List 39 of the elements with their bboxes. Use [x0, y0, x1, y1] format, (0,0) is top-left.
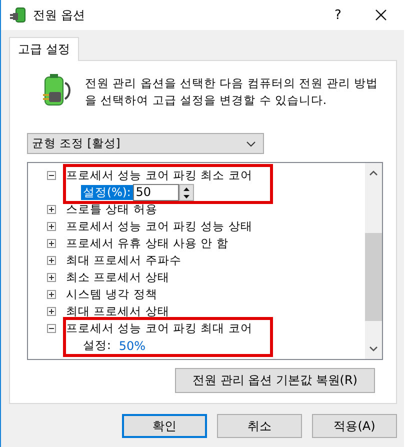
expand-icon[interactable] — [47, 222, 56, 231]
chevron-down-icon — [369, 346, 378, 352]
expand-icon[interactable] — [47, 290, 56, 299]
tree-item[interactable]: 프로세서 성능 코어 파킹 최대 코어 — [66, 321, 252, 336]
setting-label[interactable]: 설정: — [81, 338, 113, 353]
expand-icon[interactable] — [47, 307, 56, 316]
dialog-button[interactable]: 확인 — [122, 414, 207, 438]
dialog-button[interactable]: 적용(A) — [312, 414, 397, 438]
tree-item[interactable]: 시스템 냉각 정책 — [66, 287, 158, 302]
expand-icon[interactable] — [47, 273, 56, 282]
collapse-icon[interactable] — [47, 324, 56, 333]
restore-defaults-button[interactable]: 전원 관리 옵션 기본값 복원(R) — [175, 368, 375, 393]
tree-item[interactable]: 최소 프로세서 상태 — [66, 270, 170, 285]
tree-item[interactable]: 프로세서 성능 코어 파킹 최소 코어 — [66, 168, 252, 183]
value-field[interactable]: 50 — [132, 184, 179, 201]
scrollbar-thumb[interactable] — [365, 233, 382, 321]
tab[interactable]: 고급 설정 — [9, 37, 79, 61]
tree-item[interactable]: 스로틀 상태 허용 — [66, 202, 158, 217]
close-icon — [375, 9, 387, 21]
tree-item[interactable]: 최대 프로세서 주파수 — [66, 253, 182, 268]
expand-icon[interactable] — [47, 239, 56, 248]
chevron-up-icon — [369, 170, 378, 176]
chevron-down-icon — [246, 140, 256, 146]
plan-dropdown[interactable]: 균형 조정 [활성] — [27, 133, 264, 154]
spin-button[interactable] — [178, 184, 194, 201]
collapse-icon[interactable] — [47, 171, 56, 180]
scrollbar[interactable] — [365, 163, 382, 359]
setting-value[interactable]: 50% — [118, 338, 146, 352]
setting-label[interactable]: 설정(%): — [81, 185, 133, 200]
tree-item[interactable]: 프로세서 성능 코어 파킹 성능 상태 — [66, 219, 252, 234]
description-text: 전원 관리 옵션을 선택한 다음 컴퓨터의 전원 관리 방법을 선택하여 고급 설정을 변경할 수 있습니다. — [85, 75, 380, 109]
tree-item[interactable]: 프로세서 유휴 상태 사용 안 함 — [66, 236, 228, 251]
expand-icon[interactable] — [47, 205, 56, 214]
dialog-button[interactable]: 취소 — [217, 414, 302, 438]
window-title: 전원 옵션 — [33, 6, 86, 24]
help-button[interactable]: ? — [318, 0, 358, 30]
tree-item[interactable]: 최대 프로세서 상태 — [66, 304, 170, 319]
battery-plug-icon — [9, 6, 27, 24]
expand-icon[interactable] — [47, 256, 56, 265]
